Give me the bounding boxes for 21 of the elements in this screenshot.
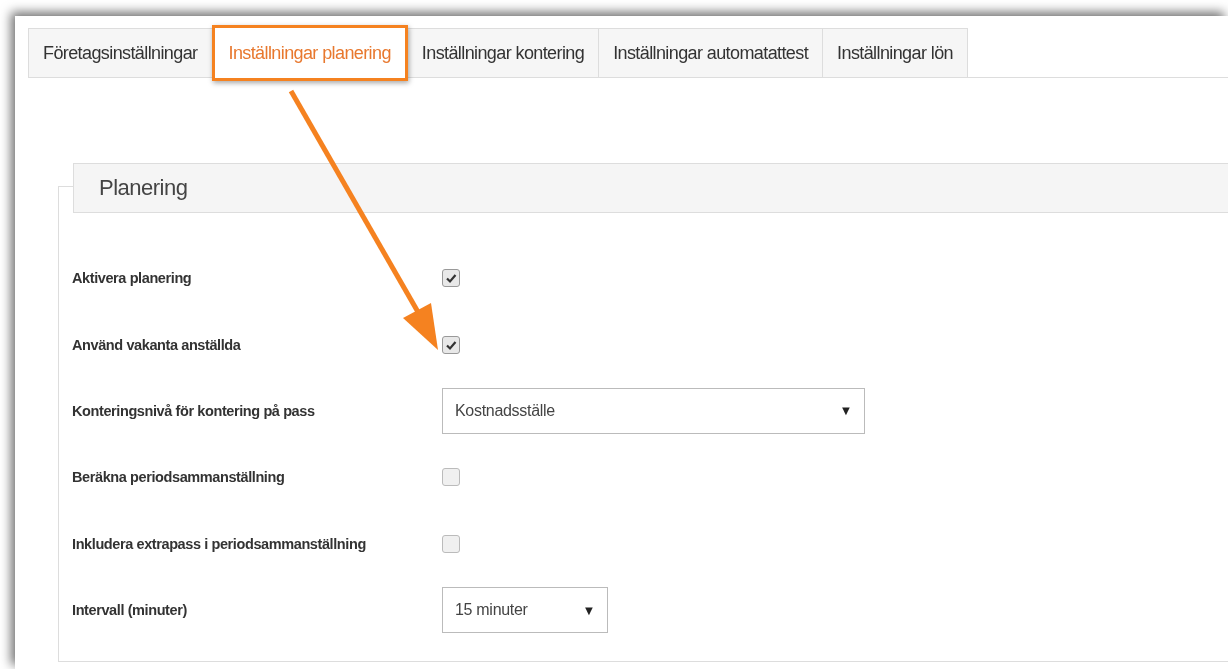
checkbox[interactable]: [442, 269, 460, 288]
section-title: Planering: [99, 175, 188, 201]
tab[interactable]: Inställningar automatattest: [598, 28, 824, 78]
checkbox[interactable]: [442, 335, 460, 354]
checkbox[interactable]: [442, 534, 460, 553]
setting-label: Konteringsnivå för kontering på pass: [72, 402, 316, 419]
tab[interactable]: Inställningar lön: [822, 28, 968, 78]
setting-label: Använd vakanta anställda: [72, 336, 242, 353]
tab[interactable]: Företagsinställningar: [28, 28, 213, 78]
checkmark-icon: [445, 272, 457, 285]
checkbox[interactable]: [442, 468, 460, 487]
setting-label: Inkludera extrapass i periodsammanställning: [72, 535, 367, 552]
setting-label: Intervall (minuter): [72, 602, 188, 619]
setting-label: Beräkna periodsammanställning: [72, 469, 286, 486]
caret-icon: ▼: [582, 602, 595, 618]
dropdown[interactable]: 15 minuter ▼: [442, 587, 608, 634]
caret-icon: ▼: [839, 403, 852, 419]
checkmark-icon: [445, 338, 457, 351]
dropdown[interactable]: Kostnadsställe ▼: [442, 387, 865, 434]
setting-label: Aktivera planering: [72, 270, 193, 287]
tab[interactable]: Inställningar kontering: [406, 28, 600, 78]
